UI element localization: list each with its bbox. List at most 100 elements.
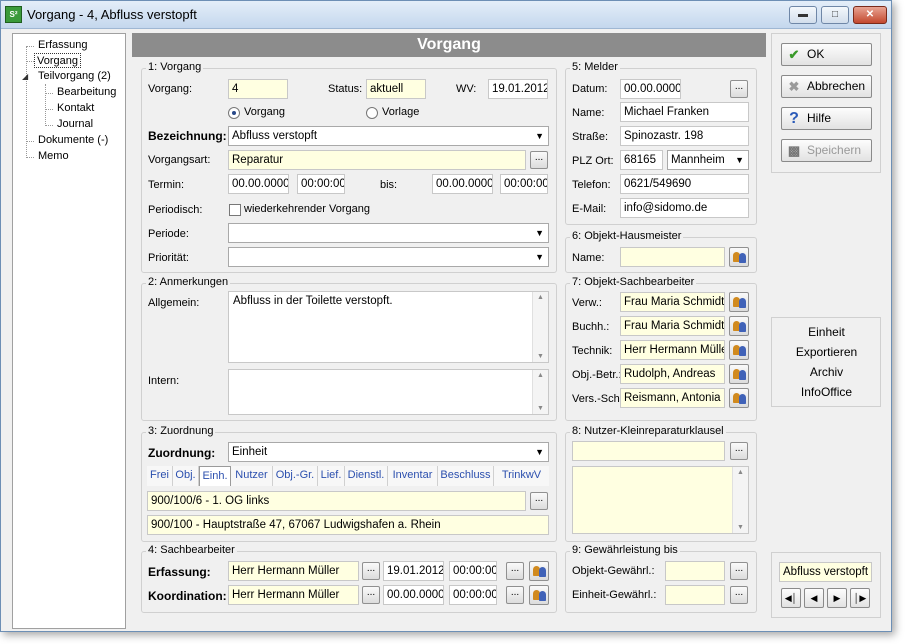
koordination-date-field[interactable]: 00.00.0000: [383, 585, 444, 605]
tree-item-kontakt[interactable]: Kontakt: [55, 101, 96, 116]
melder-name-field[interactable]: Michael Franken: [620, 102, 749, 122]
tree-item-bearbeitung[interactable]: Bearbeitung: [55, 85, 118, 100]
klausel-scrollbar[interactable]: ▲ ▼: [732, 467, 748, 533]
radio-vorgang[interactable]: [228, 107, 240, 119]
scroll-up-icon[interactable]: ▲: [733, 469, 748, 476]
koordination-people-button[interactable]: [529, 585, 549, 605]
strasse-field[interactable]: Spinozastr. 198: [620, 126, 749, 146]
status-field[interactable]: aktuell: [366, 79, 426, 99]
tab-nutzer[interactable]: Nutzer: [231, 466, 273, 486]
koordination-name-field[interactable]: Herr Hermann Müller: [228, 585, 359, 605]
bis-date-field[interactable]: 00.00.0000: [432, 174, 493, 194]
buchh-people-button[interactable]: [729, 316, 749, 336]
vorgang-number-field[interactable]: 4: [228, 79, 288, 99]
tree-item-teilvorgang[interactable]: Teilvorgang (2): [36, 69, 113, 84]
scroll-up-icon[interactable]: ▲: [533, 372, 548, 379]
koordination-time-browse-button[interactable]: ...: [506, 586, 524, 604]
buchh-field[interactable]: Frau Maria Schmidt: [620, 316, 725, 336]
objekt-gewaehrl-browse-button[interactable]: ...: [730, 562, 748, 580]
tree-item-journal[interactable]: Journal: [55, 117, 95, 132]
einheit-field[interactable]: 900/100/6 - 1. OG links: [147, 491, 526, 511]
tab-trinkwv[interactable]: TrinkwV: [494, 466, 549, 486]
close-button[interactable]: ✕: [853, 6, 887, 24]
collapse-triangle-icon[interactable]: ◢: [22, 72, 28, 81]
prev-record-button[interactable]: ◀: [804, 588, 824, 608]
objekt-field[interactable]: 900/100 - Hauptstraße 47, 67067 Ludwigsh…: [147, 515, 549, 535]
melder-browse-button[interactable]: ...: [730, 80, 748, 98]
einheit-gewaehrl-field[interactable]: [665, 585, 725, 605]
tab-einh[interactable]: Einh.: [199, 466, 231, 486]
obj-betr-field[interactable]: Rudolph, Andreas: [620, 364, 725, 384]
title-bar[interactable]: S² Vorgang - 4, Abfluss verstopft ▬ □ ✕: [1, 1, 891, 29]
einheit-browse-button[interactable]: ...: [530, 492, 548, 510]
zuordnung-combo[interactable]: Einheit ▼: [228, 442, 549, 462]
obj-betr-people-button[interactable]: [729, 364, 749, 384]
intern-textarea[interactable]: ▲ ▼: [228, 369, 549, 415]
allgemein-scrollbar[interactable]: ▲ ▼: [532, 292, 548, 362]
scroll-down-icon[interactable]: ▼: [533, 405, 548, 412]
tree-item-memo[interactable]: Memo: [36, 149, 71, 164]
koordination-browse-button[interactable]: ...: [362, 586, 380, 604]
technik-people-button[interactable]: [729, 340, 749, 360]
tab-beschluss[interactable]: Beschluss: [438, 466, 494, 486]
tab-dienstl[interactable]: Dienstl.: [345, 466, 388, 486]
tree-item-erfassung[interactable]: Erfassung: [36, 38, 90, 53]
prioritaet-combo[interactable]: ▼: [228, 247, 549, 267]
erfassung-people-button[interactable]: [529, 561, 549, 581]
erfassung-time-browse-button[interactable]: ...: [506, 562, 524, 580]
abbrechen-button[interactable]: ✖ Abbrechen: [781, 75, 872, 98]
vorgangsart-field[interactable]: Reparatur: [228, 150, 526, 170]
hausmeister-people-button[interactable]: [729, 247, 749, 267]
last-record-button[interactable]: │▶: [850, 588, 870, 608]
tab-frei[interactable]: Frei: [147, 466, 173, 486]
speichern-button[interactable]: ▩ Speichern: [781, 139, 872, 162]
koordination-time-field[interactable]: 00:00:00: [449, 585, 497, 605]
link-exportieren[interactable]: Exportieren: [773, 345, 880, 359]
vorgangsart-browse-button[interactable]: ...: [530, 151, 548, 169]
first-record-button[interactable]: ◀│: [781, 588, 801, 608]
record-current-field[interactable]: Abfluss verstopft: [779, 562, 872, 582]
scroll-down-icon[interactable]: ▼: [733, 524, 748, 531]
objekt-gewaehrl-field[interactable]: [665, 561, 725, 581]
radio-vorlage[interactable]: [366, 107, 378, 119]
scroll-down-icon[interactable]: ▼: [533, 353, 548, 360]
next-record-button[interactable]: ▶: [827, 588, 847, 608]
verw-people-button[interactable]: [729, 292, 749, 312]
link-archiv[interactable]: Archiv: [773, 365, 880, 379]
erfassung-date-field[interactable]: 19.01.2012: [383, 561, 444, 581]
periodisch-checkbox[interactable]: [229, 204, 241, 216]
termin-date-field[interactable]: 00.00.0000: [228, 174, 289, 194]
hilfe-button[interactable]: ? Hilfe: [781, 107, 872, 130]
link-einheit[interactable]: Einheit: [773, 325, 880, 339]
erfassung-browse-button[interactable]: ...: [362, 562, 380, 580]
vers-sch-people-button[interactable]: [729, 388, 749, 408]
klausel-textarea[interactable]: ▲ ▼: [572, 466, 749, 534]
wv-date-field[interactable]: 19.01.2012: [488, 79, 548, 99]
technik-field[interactable]: Herr Hermann Müller: [620, 340, 725, 360]
klausel-browse-button[interactable]: ...: [730, 442, 748, 460]
bezeichnung-combo[interactable]: Abfluss verstopft ▼: [228, 126, 549, 146]
link-infooffice[interactable]: InfoOffice: [773, 385, 880, 399]
verw-field[interactable]: Frau Maria Schmidt: [620, 292, 725, 312]
telefon-field[interactable]: 0621/549690: [620, 174, 749, 194]
einheit-gewaehrl-browse-button[interactable]: ...: [730, 586, 748, 604]
termin-time-field[interactable]: 00:00:00: [297, 174, 345, 194]
erfassung-name-field[interactable]: Herr Hermann Müller: [228, 561, 359, 581]
periode-combo[interactable]: ▼: [228, 223, 549, 243]
vers-sch-field[interactable]: Reismann, Antonia: [620, 388, 725, 408]
intern-scrollbar[interactable]: ▲ ▼: [532, 370, 548, 414]
klausel-field[interactable]: [572, 441, 725, 461]
tree-item-vorgang[interactable]: Vorgang: [34, 53, 81, 68]
tree-item-dokumente[interactable]: Dokumente (-): [36, 133, 110, 148]
email-field[interactable]: info@sidomo.de: [620, 198, 749, 218]
maximize-button[interactable]: □: [821, 6, 849, 24]
tab-lief[interactable]: Lief.: [318, 466, 345, 486]
hausmeister-name-field[interactable]: [620, 247, 725, 267]
tab-inventar[interactable]: Inventar: [388, 466, 438, 486]
erfassung-time-field[interactable]: 00:00:00: [449, 561, 497, 581]
bis-time-field[interactable]: 00:00:00: [500, 174, 548, 194]
tab-obj-gr[interactable]: Obj.-Gr.: [273, 466, 318, 486]
melder-datum-field[interactable]: 00.00.0000: [620, 79, 681, 99]
allgemein-textarea[interactable]: Abfluss in der Toilette verstopft. ▲ ▼: [228, 291, 549, 363]
scroll-up-icon[interactable]: ▲: [533, 294, 548, 301]
